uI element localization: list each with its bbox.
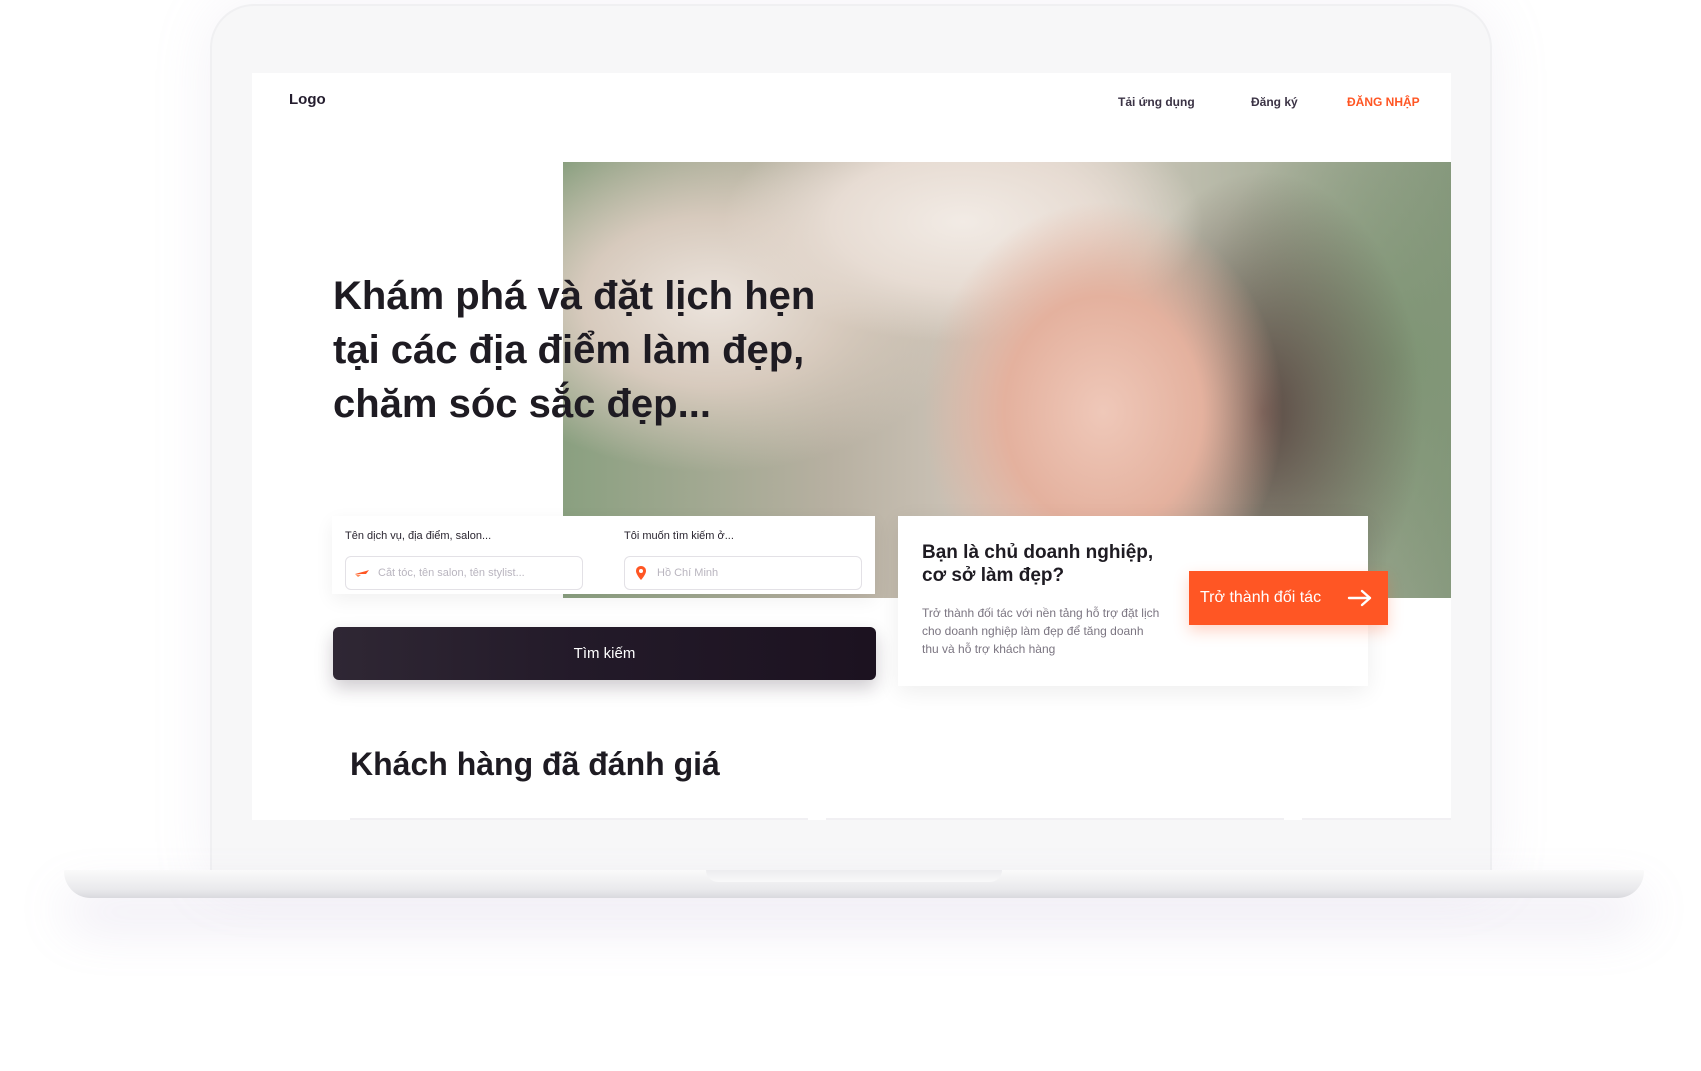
review-card-edge [1302, 818, 1451, 820]
search-button[interactable]: Tìm kiếm [333, 627, 876, 680]
search-card: Tên dịch vụ, địa điểm, salon... Tôi muốn… [332, 516, 875, 594]
location-pin-icon [636, 566, 646, 580]
service-field-label: Tên dịch vụ, địa điểm, salon... [345, 530, 492, 542]
location-field[interactable] [624, 556, 862, 590]
location-search-input[interactable] [655, 557, 855, 589]
reviews-section-title: Khách hàng đã đánh giá [350, 746, 720, 782]
laptop-notch [706, 870, 1002, 882]
review-card-edge [826, 818, 1284, 820]
become-partner-button[interactable]: Trở thành đối tác [1189, 571, 1388, 625]
service-search-input[interactable] [376, 557, 576, 589]
partner-description: Trở thành đối tác với nền tảng hỗ trợ đặ… [922, 606, 1160, 656]
nav-download-app[interactable]: Tải ứng dụng [1118, 95, 1195, 109]
arrow-right-icon [1347, 589, 1372, 607]
logo[interactable]: Logo [289, 91, 326, 108]
laptop-screen: Logo Tải ứng dụng Đăng ký ĐĂNG NHẬP Khám… [252, 73, 1451, 820]
become-partner-label: Trở thành đối tác [1200, 589, 1322, 606]
hero-title: Khám phá và đặt lịch hẹn tại các địa điể… [333, 274, 816, 426]
service-field[interactable] [345, 556, 583, 590]
location-field-label: Tôi muốn tìm kiếm ở... [624, 530, 734, 542]
nav-login[interactable]: ĐĂNG NHẬP [1347, 95, 1420, 109]
review-card-edge [350, 818, 808, 820]
nav-register[interactable]: Đăng ký [1251, 95, 1298, 109]
partner-heading: Bạn là chủ doanh nghiệp, cơ sở làm đẹp? [922, 542, 1154, 586]
scissors-icon [355, 570, 369, 577]
